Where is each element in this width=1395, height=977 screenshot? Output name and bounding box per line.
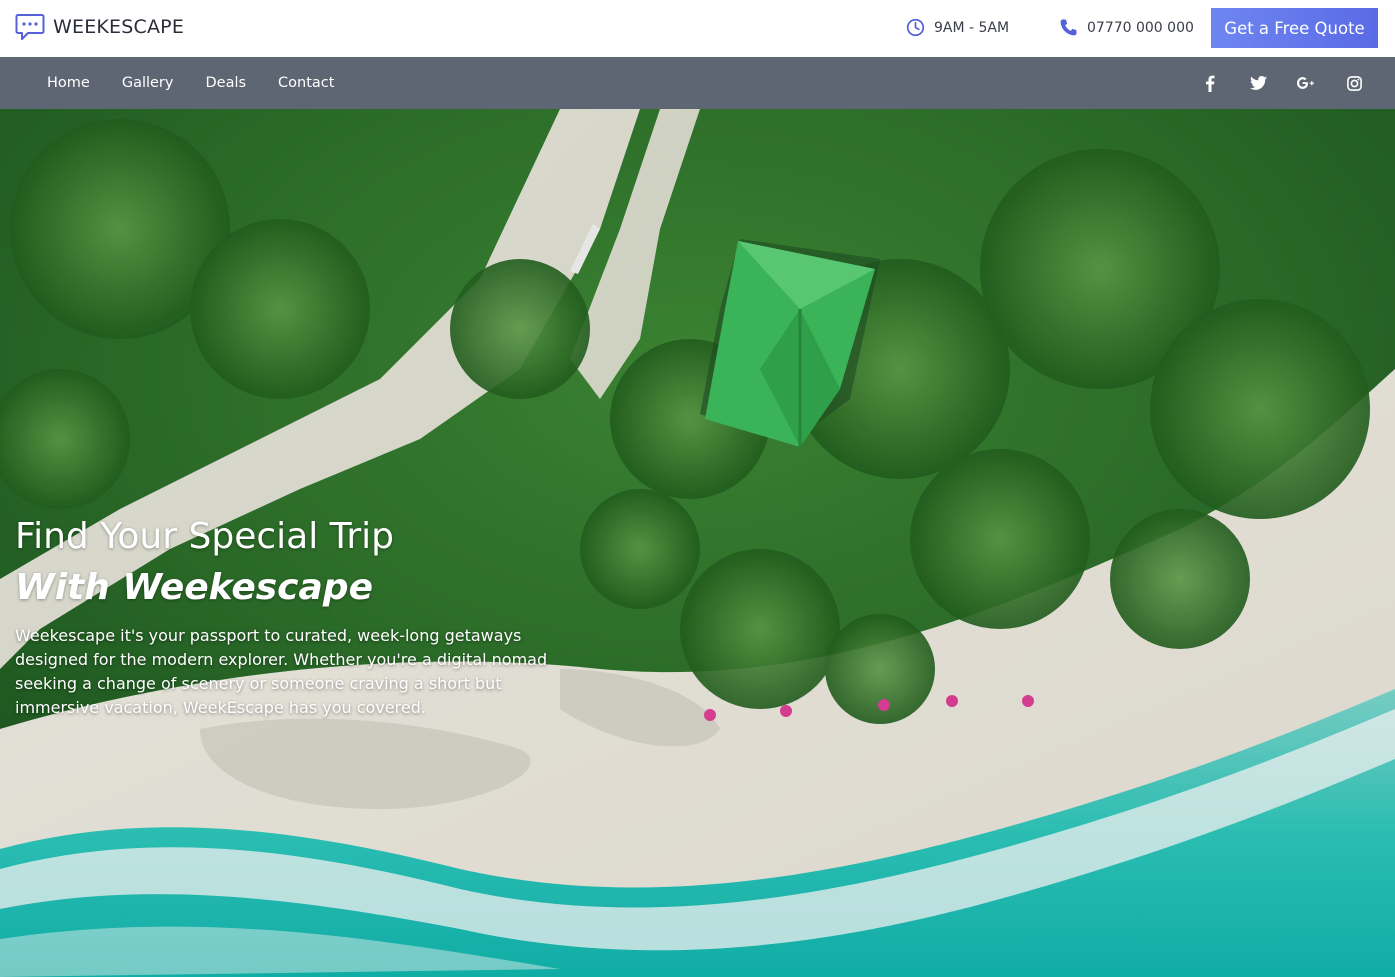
social-links [1200, 57, 1392, 109]
nav-link-contact[interactable]: Contact [278, 75, 334, 91]
hero-description: Weekescape it's your passport to curated… [15, 626, 548, 717]
google-plus-icon[interactable] [1296, 73, 1316, 93]
hero-title-line-1: Find Your Special Trip [15, 516, 395, 557]
brand-name: WEEKESCAPE [53, 16, 185, 38]
instagram-icon[interactable] [1344, 73, 1364, 93]
phone-icon [1060, 19, 1077, 36]
hero-title-line-2: With Weekescape [15, 567, 373, 608]
chat-bubble-icon [15, 14, 45, 40]
clock-icon [906, 18, 925, 37]
phone-text: 07770 000 000 [1087, 19, 1194, 36]
main-navbar: Home Gallery Deals Contact [0, 57, 1395, 109]
nav-link-home[interactable]: Home [47, 75, 90, 91]
top-header: WEEKESCAPE 9AM - 5AM 07770 000 000 Get a… [0, 0, 1395, 57]
twitter-icon[interactable] [1248, 73, 1268, 93]
facebook-icon[interactable] [1200, 73, 1220, 93]
nav-link-deals[interactable]: Deals [205, 75, 246, 91]
hours-text: 9AM - 5AM [934, 19, 1010, 36]
brand-logo[interactable]: WEEKESCAPE [15, 12, 184, 42]
business-hours: 9AM - 5AM [906, 18, 1009, 37]
get-quote-button[interactable]: Get a Free Quote [1211, 8, 1378, 48]
hero-copy: Find Your Special Trip With Weekescape W… [15, 514, 555, 720]
nav-links: Home Gallery Deals Contact [47, 57, 366, 109]
phone-number[interactable]: 07770 000 000 [1059, 18, 1194, 37]
nav-link-gallery[interactable]: Gallery [122, 75, 174, 91]
hero-section: Find Your Special Trip With Weekescape W… [0, 109, 1395, 977]
